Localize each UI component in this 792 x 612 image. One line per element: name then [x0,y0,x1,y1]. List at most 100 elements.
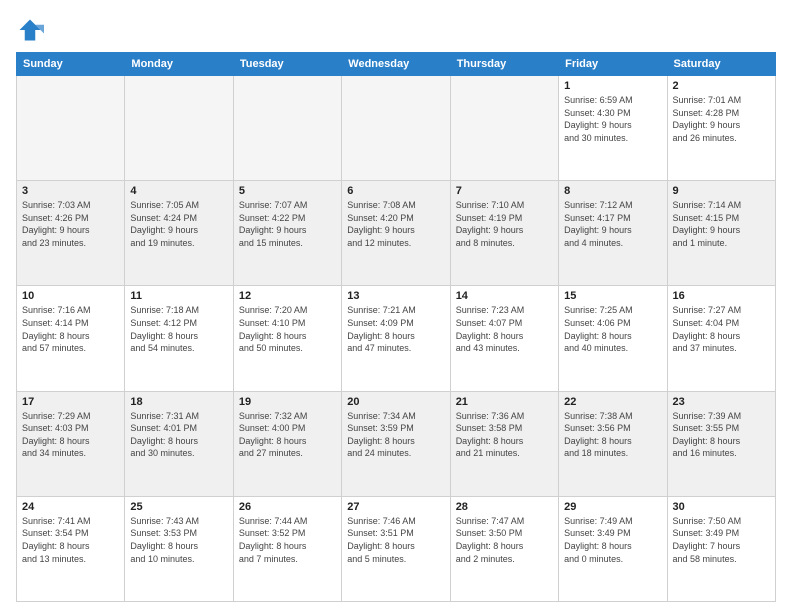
calendar-cell: 21 Sunrise: 7:36 AM Sunset: 3:58 PM Dayli… [450,391,558,496]
day-number: 25 [130,501,227,513]
day-info: Sunrise: 7:07 AM Sunset: 4:22 PM Dayligh… [239,199,336,249]
day-number: 6 [347,185,444,197]
calendar-cell: 15 Sunrise: 7:25 AM Sunset: 4:06 PM Dayli… [559,286,667,391]
day-number: 26 [239,501,336,513]
page: SundayMondayTuesdayWednesdayThursdayFrid… [0,0,792,612]
header-monday: Monday [125,53,233,76]
day-info: Sunrise: 7:34 AM Sunset: 3:59 PM Dayligh… [347,410,444,460]
calendar-cell [125,76,233,181]
week-row-3: 10 Sunrise: 7:16 AM Sunset: 4:14 PM Dayli… [17,286,776,391]
day-number: 14 [456,290,553,302]
day-info: Sunrise: 7:44 AM Sunset: 3:52 PM Dayligh… [239,515,336,565]
calendar-cell: 23Sunrise: 7:39 AM Sunset: 3:55 PM Dayli… [667,391,775,496]
day-number: 13 [347,290,444,302]
calendar-cell: 24 Sunrise: 7:41 AM Sunset: 3:54 PM Dayli… [17,496,125,601]
calendar-cell [233,76,341,181]
calendar-cell: 1 Sunrise: 6:59 AM Sunset: 4:30 PM Daylig… [559,76,667,181]
day-info: Sunrise: 7:23 AM Sunset: 4:07 PM Dayligh… [456,304,553,354]
header-friday: Friday [559,53,667,76]
day-info: Sunrise: 7:25 AM Sunset: 4:06 PM Dayligh… [564,304,661,354]
calendar-cell: 27Sunrise: 7:46 AM Sunset: 3:51 PM Dayli… [342,496,450,601]
calendar-cell: 9 Sunrise: 7:14 AM Sunset: 4:15 PM Daylig… [667,181,775,286]
calendar-cell [342,76,450,181]
day-number: 17 [22,396,119,408]
day-number: 18 [130,396,227,408]
logo [16,16,48,44]
day-info: Sunrise: 7:21 AM Sunset: 4:09 PM Dayligh… [347,304,444,354]
calendar-cell: 10 Sunrise: 7:16 AM Sunset: 4:14 PM Dayli… [17,286,125,391]
day-info: Sunrise: 7:41 AM Sunset: 3:54 PM Dayligh… [22,515,119,565]
header-saturday: Saturday [667,53,775,76]
day-number: 5 [239,185,336,197]
calendar-cell: 19Sunrise: 7:32 AM Sunset: 4:00 PM Dayli… [233,391,341,496]
day-number: 15 [564,290,661,302]
day-info: Sunrise: 7:47 AM Sunset: 3:50 PM Dayligh… [456,515,553,565]
calendar-cell: 5 Sunrise: 7:07 AM Sunset: 4:22 PM Daylig… [233,181,341,286]
calendar-cell: 3Sunrise: 7:03 AM Sunset: 4:26 PM Daylig… [17,181,125,286]
day-number: 22 [564,396,661,408]
day-number: 30 [673,501,770,513]
day-info: Sunrise: 7:16 AM Sunset: 4:14 PM Dayligh… [22,304,119,354]
day-number: 11 [130,290,227,302]
day-number: 8 [564,185,661,197]
day-info: Sunrise: 7:12 AM Sunset: 4:17 PM Dayligh… [564,199,661,249]
calendar-header-row: SundayMondayTuesdayWednesdayThursdayFrid… [17,53,776,76]
header-wednesday: Wednesday [342,53,450,76]
calendar-cell: 6 Sunrise: 7:08 AM Sunset: 4:20 PM Daylig… [342,181,450,286]
week-row-1: 1 Sunrise: 6:59 AM Sunset: 4:30 PM Daylig… [17,76,776,181]
calendar-cell: 7Sunrise: 7:10 AM Sunset: 4:19 PM Daylig… [450,181,558,286]
day-info: Sunrise: 7:18 AM Sunset: 4:12 PM Dayligh… [130,304,227,354]
day-info: Sunrise: 7:08 AM Sunset: 4:20 PM Dayligh… [347,199,444,249]
calendar-cell: 14 Sunrise: 7:23 AM Sunset: 4:07 PM Dayli… [450,286,558,391]
day-number: 20 [347,396,444,408]
day-info: Sunrise: 6:59 AM Sunset: 4:30 PM Dayligh… [564,94,661,144]
calendar-cell: 30 Sunrise: 7:50 AM Sunset: 3:49 PM Dayli… [667,496,775,601]
header [16,16,776,44]
day-number: 16 [673,290,770,302]
day-number: 10 [22,290,119,302]
calendar-cell: 22 Sunrise: 7:38 AM Sunset: 3:56 PM Dayli… [559,391,667,496]
day-number: 24 [22,501,119,513]
day-number: 4 [130,185,227,197]
week-row-5: 24 Sunrise: 7:41 AM Sunset: 3:54 PM Dayli… [17,496,776,601]
calendar-cell: 25Sunrise: 7:43 AM Sunset: 3:53 PM Dayli… [125,496,233,601]
calendar-cell: 29 Sunrise: 7:49 AM Sunset: 3:49 PM Dayli… [559,496,667,601]
day-info: Sunrise: 7:32 AM Sunset: 4:00 PM Dayligh… [239,410,336,460]
calendar-cell: 20 Sunrise: 7:34 AM Sunset: 3:59 PM Dayli… [342,391,450,496]
week-row-2: 3Sunrise: 7:03 AM Sunset: 4:26 PM Daylig… [17,181,776,286]
calendar-cell: 28 Sunrise: 7:47 AM Sunset: 3:50 PM Dayli… [450,496,558,601]
day-info: Sunrise: 7:31 AM Sunset: 4:01 PM Dayligh… [130,410,227,460]
calendar-table: SundayMondayTuesdayWednesdayThursdayFrid… [16,52,776,602]
day-number: 23 [673,396,770,408]
day-info: Sunrise: 7:38 AM Sunset: 3:56 PM Dayligh… [564,410,661,460]
calendar-cell: 2 Sunrise: 7:01 AM Sunset: 4:28 PM Daylig… [667,76,775,181]
day-info: Sunrise: 7:20 AM Sunset: 4:10 PM Dayligh… [239,304,336,354]
calendar-cell [17,76,125,181]
calendar-cell: 17 Sunrise: 7:29 AM Sunset: 4:03 PM Dayli… [17,391,125,496]
day-number: 27 [347,501,444,513]
header-tuesday: Tuesday [233,53,341,76]
day-number: 7 [456,185,553,197]
day-number: 12 [239,290,336,302]
calendar-cell [450,76,558,181]
day-info: Sunrise: 7:27 AM Sunset: 4:04 PM Dayligh… [673,304,770,354]
day-info: Sunrise: 7:50 AM Sunset: 3:49 PM Dayligh… [673,515,770,565]
day-number: 1 [564,80,661,92]
calendar-cell: 13 Sunrise: 7:21 AM Sunset: 4:09 PM Dayli… [342,286,450,391]
calendar-cell: 12 Sunrise: 7:20 AM Sunset: 4:10 PM Dayli… [233,286,341,391]
day-number: 21 [456,396,553,408]
day-number: 9 [673,185,770,197]
day-info: Sunrise: 7:49 AM Sunset: 3:49 PM Dayligh… [564,515,661,565]
header-thursday: Thursday [450,53,558,76]
calendar-cell: 11 Sunrise: 7:18 AM Sunset: 4:12 PM Dayli… [125,286,233,391]
day-number: 3 [22,185,119,197]
day-number: 28 [456,501,553,513]
day-info: Sunrise: 7:29 AM Sunset: 4:03 PM Dayligh… [22,410,119,460]
day-number: 29 [564,501,661,513]
calendar-cell: 4Sunrise: 7:05 AM Sunset: 4:24 PM Daylig… [125,181,233,286]
calendar-cell: 18 Sunrise: 7:31 AM Sunset: 4:01 PM Dayli… [125,391,233,496]
day-info: Sunrise: 7:14 AM Sunset: 4:15 PM Dayligh… [673,199,770,249]
day-info: Sunrise: 7:01 AM Sunset: 4:28 PM Dayligh… [673,94,770,144]
day-number: 2 [673,80,770,92]
day-info: Sunrise: 7:36 AM Sunset: 3:58 PM Dayligh… [456,410,553,460]
